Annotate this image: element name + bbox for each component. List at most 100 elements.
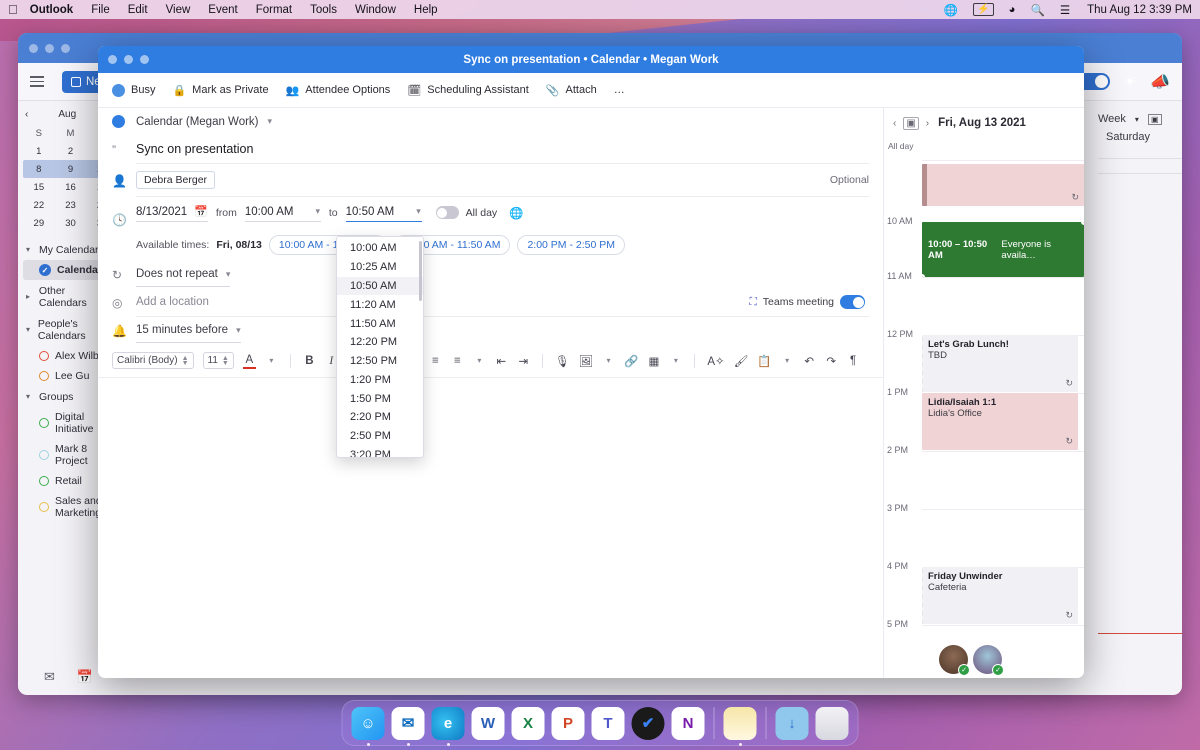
more-options-button[interactable]: …	[614, 84, 625, 96]
paragraph-marks-icon[interactable]: ¶	[847, 353, 860, 369]
control-center-icon[interactable]: ☰	[1060, 3, 1070, 17]
close-button[interactable]	[29, 44, 38, 53]
indent-decrease-button[interactable]: ⇤	[495, 353, 508, 369]
apple-logo-icon[interactable]: 	[8, 2, 18, 17]
event-compose-window[interactable]: Sync on presentation • Calendar • Megan …	[98, 46, 1084, 678]
dropdown-option-selected[interactable]: 10:50 AM	[337, 277, 423, 296]
stepper-icon[interactable]: ▲▼	[182, 356, 189, 366]
redo-icon[interactable]: ↷	[825, 353, 838, 369]
event-friday-unwinder[interactable]: Friday Unwinder Cafeteria ↻	[922, 567, 1078, 624]
chevron-down-icon[interactable]: ▾	[473, 353, 486, 369]
split-view-icon[interactable]: ▣	[1148, 114, 1162, 125]
dock-app-outlook[interactable]: ✉	[392, 707, 425, 740]
dropdown-scrollbar[interactable]	[419, 241, 422, 301]
menu-item-tools[interactable]: Tools	[310, 4, 337, 16]
stepper-icon[interactable]: ▲▼	[222, 356, 229, 366]
font-family-select[interactable]: Calibri (Body) ▲▼	[112, 352, 194, 369]
font-size-select[interactable]: 11 ▲▼	[203, 352, 234, 369]
day-cell[interactable]: 1	[23, 142, 55, 160]
dropdown-option[interactable]: 3:20 PM	[337, 446, 423, 458]
teams-meeting-control[interactable]: ⛶ Teams meeting	[749, 295, 869, 309]
table-icon[interactable]: ▦	[647, 353, 660, 369]
day-cell[interactable]: 30	[55, 214, 87, 232]
mail-icon[interactable]: ✉	[44, 669, 55, 685]
reminder-select[interactable]: 15 minutes before ▾	[136, 318, 241, 343]
dropdown-option[interactable]: 12:20 PM	[337, 333, 423, 352]
clear-format-icon[interactable]: A✧	[707, 353, 724, 369]
announcement-icon[interactable]: 📣	[1150, 72, 1170, 92]
menu-item-file[interactable]: File	[91, 4, 110, 16]
resize-handle-bottom[interactable]	[922, 273, 926, 277]
avatar[interactable]: ✓	[973, 645, 1002, 674]
menu-item-view[interactable]: View	[166, 4, 191, 16]
menu-item-edit[interactable]: Edit	[128, 4, 148, 16]
bullet-list-button[interactable]: ≡	[429, 353, 442, 369]
picture-icon[interactable]: 🖼	[578, 353, 593, 369]
dropdown-option[interactable]: 2:50 PM	[337, 427, 423, 446]
menu-item-help[interactable]: Help	[414, 4, 438, 16]
location-input[interactable]: Add a location ⛶ Teams meeting	[136, 288, 869, 317]
calendar-icon[interactable]: 📅	[77, 669, 93, 685]
attendee-options-button[interactable]: 👥 Attendee Options	[286, 84, 391, 97]
calendar-select[interactable]: Calendar (Megan Work) ▾	[136, 109, 869, 135]
day-cell[interactable]: 8	[23, 160, 55, 178]
available-slot-3[interactable]: 2:00 PM - 2:50 PM	[517, 235, 625, 255]
day-cell[interactable]: 16	[55, 178, 87, 196]
mark-as-private-button[interactable]: 🔒 Mark as Private	[172, 84, 268, 97]
dock-app-edge[interactable]: e	[432, 707, 465, 740]
paste-icon[interactable]: 📋	[757, 353, 771, 369]
dropdown-option[interactable]: 1:20 PM	[337, 370, 423, 389]
dock-app-notes[interactable]	[724, 707, 757, 740]
attendee-chip[interactable]: Debra Berger	[136, 171, 215, 189]
previous-day-icon[interactable]: ‹	[893, 118, 896, 129]
event-lets-grab-lunch[interactable]: Let's Grab Lunch! TBD ↻	[922, 335, 1078, 392]
dock-trash[interactable]	[816, 707, 849, 740]
format-painter-icon[interactable]: 🖌	[734, 353, 749, 369]
minimize-button[interactable]	[124, 55, 133, 64]
event-blocked-morning[interactable]: ↻	[922, 164, 1084, 206]
wifi-icon[interactable]: ◕	[1009, 4, 1016, 16]
busy-status-button[interactable]: Busy	[112, 84, 155, 97]
event-lidia-isaiah-1-1[interactable]: Lidia/Isaiah 1:1 Lidia's Office ↻	[922, 393, 1078, 450]
menu-item-format[interactable]: Format	[256, 4, 292, 16]
dock-app-word[interactable]: W	[472, 707, 505, 740]
dock-app-onenote[interactable]: N	[672, 707, 705, 740]
dropdown-option[interactable]: 1:50 PM	[337, 389, 423, 408]
menu-item-outlook[interactable]: Outlook	[30, 4, 73, 16]
next-day-icon[interactable]: ›	[926, 118, 929, 129]
resize-handle-top[interactable]	[1080, 222, 1084, 226]
day-cell[interactable]: 2	[55, 142, 87, 160]
dock-app-excel[interactable]: X	[512, 707, 545, 740]
prev-month-icon[interactable]: ‹	[25, 109, 28, 120]
recurrence-select[interactable]: Does not repeat ▾	[136, 262, 230, 287]
attendees-input[interactable]: Debra Berger Optional	[136, 164, 869, 197]
battery-icon[interactable]: ⚡	[973, 3, 993, 16]
align-button[interactable]: ≡	[451, 353, 464, 369]
timezone-icon[interactable]: 🌐	[509, 206, 523, 220]
dropdown-option[interactable]: 10:00 AM	[337, 239, 423, 258]
search-icon[interactable]: 🔍	[1031, 3, 1045, 17]
chevron-down-icon[interactable]: ▾	[781, 353, 794, 369]
maximize-button[interactable]	[61, 44, 70, 53]
end-time-dropdown[interactable]: 10:00 AM 10:25 AM 10:50 AM 11:20 AM 11:5…	[336, 236, 424, 458]
subject-input[interactable]: Sync on presentation	[136, 135, 869, 164]
dropdown-option[interactable]: 11:20 AM	[337, 295, 423, 314]
chevron-down-icon[interactable]: ▾	[669, 353, 682, 369]
dock-downloads-folder[interactable]: ↓	[776, 707, 809, 740]
dock-app-teams[interactable]: T	[592, 707, 625, 740]
scheduling-assistant-button[interactable]: 🗓 Scheduling Assistant	[407, 84, 528, 97]
font-color-icon[interactable]: A	[243, 353, 256, 369]
indent-increase-button[interactable]: ⇥	[517, 353, 530, 369]
dock-app-todo[interactable]: ✔	[632, 707, 665, 740]
chevron-down-icon[interactable]: ▾	[602, 353, 615, 369]
menubar-clock[interactable]: Thu Aug 12 3:39 PM	[1087, 4, 1192, 16]
day-cell[interactable]: 22	[23, 196, 55, 214]
maximize-button[interactable]	[140, 55, 149, 64]
globe-icon[interactable]: 🌐	[944, 3, 958, 17]
attach-button[interactable]: 📎 Attach	[546, 84, 597, 97]
day-cell[interactable]: 23	[55, 196, 87, 214]
dropdown-option[interactable]: 11:50 AM	[337, 314, 423, 333]
menu-item-event[interactable]: Event	[208, 4, 237, 16]
day-cell[interactable]: 29	[23, 214, 55, 232]
minimize-button[interactable]	[45, 44, 54, 53]
